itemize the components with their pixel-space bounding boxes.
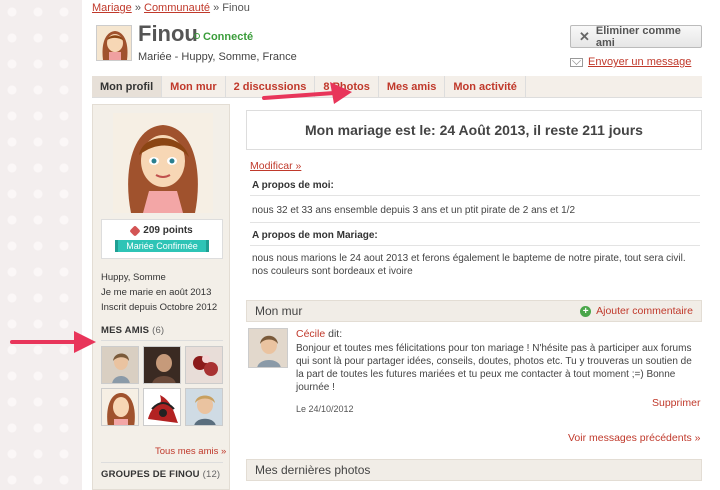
send-message: Envoyer un message (570, 56, 691, 68)
plus-icon: + (580, 305, 592, 317)
breadcrumb-current: Finou (222, 2, 250, 14)
profile-name: Finou (138, 21, 198, 46)
about-me-title: A propos de moi: (252, 180, 334, 191)
tab-mon-profil[interactable]: Mon profil (92, 76, 163, 97)
groups-count: (12) (202, 469, 221, 480)
remove-friend-button[interactable]: ✕ Eliminer comme ami (570, 24, 702, 49)
friend-avatar[interactable] (185, 346, 223, 384)
breadcrumb-communaute[interactable]: Communauté (144, 2, 210, 14)
points-tag-icon (129, 224, 141, 237)
breadcrumb: Mariage » Communauté » Finou (92, 2, 250, 14)
online-status-label: Connecté (203, 31, 254, 43)
friends-heading: MES AMIS (6) (101, 325, 164, 336)
friend-avatar[interactable] (185, 388, 223, 426)
friend-avatar[interactable] (143, 388, 181, 426)
page-content: Mariage » Communauté » Finou Finou Conne… (82, 0, 720, 490)
envelope-icon (570, 57, 583, 67)
add-comment-link[interactable]: Ajouter commentaire (596, 305, 693, 317)
photos-title: Mes dernières photos (255, 463, 371, 477)
status-badge: Mariée Confirmée (115, 240, 209, 252)
friends-count: (6) (152, 325, 165, 336)
friends-grid (101, 346, 225, 426)
profile-avatar (96, 25, 132, 61)
wedding-countdown: Mon mariage est le: 24 Août 2013, il res… (246, 110, 702, 150)
close-icon: ✕ (579, 28, 590, 44)
add-comment: + Ajouter commentaire (580, 305, 693, 317)
post-body: Bonjour et toutes mes félicitations pour… (296, 343, 692, 393)
divider (101, 462, 223, 463)
divider (250, 195, 700, 196)
friend-avatar[interactable] (101, 388, 139, 426)
profile-info: Huppy, Somme Je me marie en août 2013 In… (101, 270, 217, 315)
groups-heading: GROUPES DE FINOU (12) (101, 469, 220, 480)
remove-friend-label: Eliminer comme ami (595, 24, 681, 49)
annotation-arrow-icon (10, 331, 96, 353)
profile-portrait (113, 113, 213, 213)
info-member-since: Inscrit depuis Octobre 2012 (101, 302, 218, 313)
send-message-link[interactable]: Envoyer un message (588, 56, 691, 68)
divider (101, 340, 223, 341)
profile-sidebar: 209 points Mariée Confirmée Huppy, Somme… (92, 104, 230, 490)
breadcrumb-separator: » (134, 2, 141, 14)
points-value: 209 points (143, 225, 193, 236)
friends-title: MES AMIS (101, 325, 150, 336)
online-status: Connecté (194, 31, 253, 43)
breadcrumb-separator: » (213, 2, 220, 14)
info-wedding-date: Je me marie en août 2013 (101, 287, 212, 298)
divider (250, 245, 700, 246)
wall-header: Mon mur + Ajouter commentaire (246, 300, 702, 322)
tab-mes-amis[interactable]: Mes amis (379, 76, 446, 97)
breadcrumb-mariage[interactable]: Mariage (92, 2, 132, 14)
post-date: Le 24/10/2012 (296, 404, 354, 414)
post-author-link[interactable]: Cécile (296, 328, 325, 340)
tab-mon-activite[interactable]: Mon activité (445, 76, 526, 97)
post-author-avatar[interactable] (248, 328, 288, 368)
divider (250, 222, 700, 223)
friend-avatar[interactable] (143, 346, 181, 384)
post-author: Cécile dit: (296, 328, 342, 340)
wall-title: Mon mur (255, 304, 303, 318)
photos-header: Mes dernières photos (246, 459, 702, 481)
online-dot-icon (194, 33, 200, 39)
all-friends-link[interactable]: Tous mes amis » (155, 446, 226, 457)
friend-avatar[interactable] (101, 346, 139, 384)
info-location: Huppy, Somme (101, 272, 166, 283)
tab-mon-mur[interactable]: Mon mur (162, 76, 226, 97)
about-me-text: nous 32 et 33 ans ensemble depuis 3 ans … (252, 205, 576, 216)
about-wedding-title: A propos de mon Mariage: (252, 230, 378, 241)
modify-link[interactable]: Modificar » (250, 160, 301, 172)
previous-messages-link[interactable]: Voir messages précédents » (568, 432, 701, 444)
delete-post-link[interactable]: Supprimer (652, 397, 700, 409)
profile-tabs: Mon profil Mon mur 2 discussions 8 Photo… (92, 76, 702, 98)
post-said: dit: (328, 328, 343, 340)
groups-title: GROUPES DE FINOU (101, 469, 200, 480)
points-box: 209 points Mariée Confirmée (101, 219, 223, 259)
about-wedding-text: nous nous marions le 24 aout 2013 et fer… (252, 253, 686, 277)
annotation-arrow-icon (262, 82, 352, 104)
profile-subtitle: Mariée - Huppy, Somme, France (138, 51, 297, 63)
